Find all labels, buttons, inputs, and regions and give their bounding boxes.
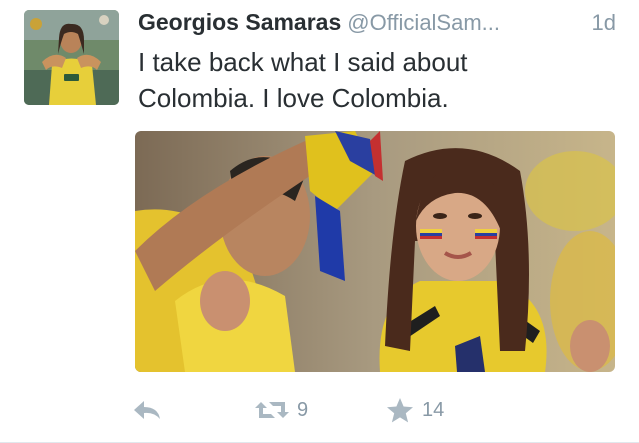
retweet-button[interactable]: 9 [255, 392, 308, 428]
tweet-text-line: Colombia. I love Colombia. [138, 83, 449, 113]
avatar-photo-icon [24, 10, 119, 105]
retweet-icon [255, 402, 289, 418]
fan-photo-icon [135, 131, 615, 372]
tweet-media-photo[interactable] [135, 131, 615, 372]
tweet-header: Georgios Samaras @OfficialSam... 1d [138, 9, 618, 39]
handle-ellipsis: ... [481, 10, 501, 35]
tweet-text-line: I take back what I said about [138, 47, 468, 77]
tweet-timestamp[interactable]: 1d [592, 10, 616, 36]
user-avatar[interactable] [24, 10, 119, 105]
tweet-card[interactable]: Georgios Samaras @OfficialSam... 1d I tak… [0, 0, 639, 443]
retweet-count: 9 [297, 398, 309, 421]
reply-button[interactable] [132, 392, 162, 428]
favorite-button[interactable]: 14 [386, 392, 444, 428]
favorite-count: 14 [422, 398, 445, 421]
star-icon [387, 398, 413, 423]
tweet-text: I take back what I said about Colombia. … [138, 44, 608, 116]
tweet-actions: 9 14 [130, 392, 610, 428]
display-name[interactable]: Georgios Samaras [138, 9, 341, 35]
reply-icon [134, 401, 160, 419]
user-handle[interactable]: @OfficialSam [347, 10, 481, 36]
